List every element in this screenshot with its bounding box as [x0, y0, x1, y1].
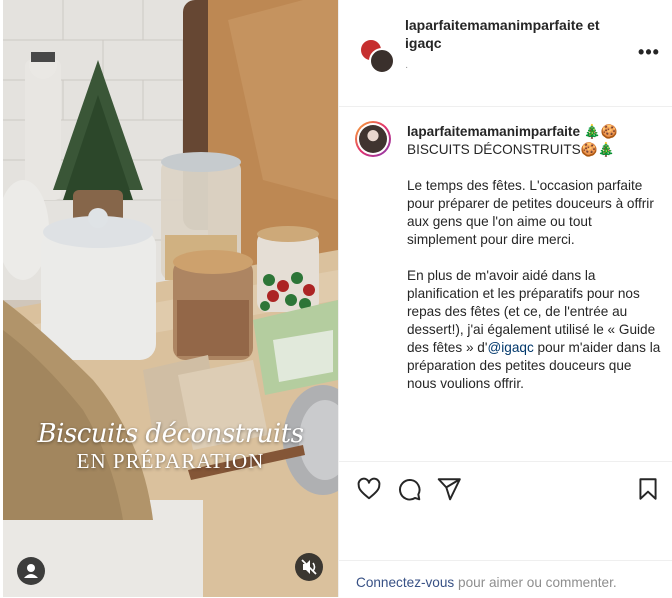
post-sidebar: laparfaitemamanimparfaite et igaqc · •••… — [338, 0, 672, 597]
post-caption: laparfaitemamanimparfaite 🎄🍪 BISCUITS DÉ… — [339, 107, 672, 459]
caption-paragraph-2: En plus de m'avoir aidé dans la planific… — [407, 267, 663, 393]
paper-plane-icon[interactable] — [436, 476, 462, 502]
comment-bubble-icon[interactable] — [396, 476, 422, 502]
heart-icon[interactable] — [356, 476, 382, 502]
speaker-muted-icon[interactable] — [295, 553, 323, 581]
caption-username[interactable]: laparfaitemamanimparfaite — [407, 124, 580, 139]
bookmark-icon[interactable] — [635, 476, 661, 502]
kitchen-scene-image — [3, 0, 338, 597]
caption-title: BISCUITS DÉCONSTRUITS — [407, 142, 581, 157]
action-bar — [339, 461, 672, 514]
post-author-names[interactable]: laparfaitemamanimparfaite et igaqc — [405, 16, 615, 52]
more-horizontal-icon[interactable]: ••• — [637, 40, 661, 64]
mention-link[interactable]: @igaqc — [487, 340, 533, 355]
header-subtitle: · — [405, 62, 409, 73]
post-header: laparfaitemamanimparfaite et igaqc · ••• — [339, 0, 672, 107]
login-rest-text: pour aimer ou commenter. — [454, 575, 617, 590]
caption-text: laparfaitemamanimparfaite 🎄🍪 BISCUITS DÉ… — [407, 123, 663, 411]
caption-paragraph-1: Le temps des fêtes. L'occasion parfaite … — [407, 178, 654, 247]
user-tag-icon[interactable] — [17, 557, 45, 585]
video-subtitle-text: EN PRÉPARATION — [76, 449, 265, 473]
video-title-text: Biscuits déconstruits — [37, 419, 304, 449]
login-footer: Connectez-vous pour aimer ou commenter. — [339, 560, 672, 598]
collab-avatars[interactable] — [359, 38, 395, 74]
login-prompt: Connectez-vous pour aimer ou commenter. — [356, 575, 617, 590]
caption-emoji: 🎄🍪 — [583, 124, 618, 139]
login-link[interactable]: Connectez-vous — [356, 575, 454, 590]
avatar-laparfaite[interactable] — [369, 48, 395, 74]
post-video[interactable]: Biscuits déconstruits EN PRÉPARATION — [3, 0, 338, 597]
instagram-post: Biscuits déconstruits EN PRÉPARATION lap… — [0, 0, 672, 597]
caption-title-emoji: 🍪🎄 — [580, 142, 615, 157]
caption-avatar[interactable] — [355, 121, 391, 157]
